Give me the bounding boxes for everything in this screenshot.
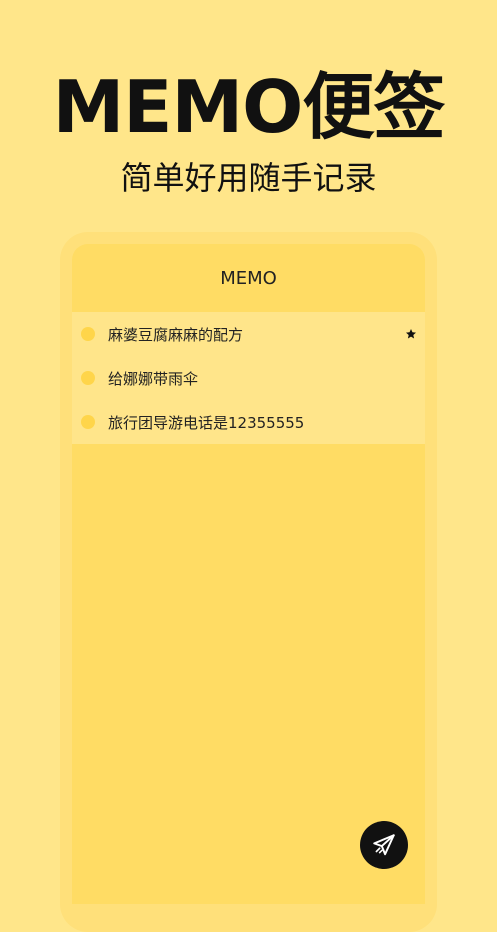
send-icon — [373, 834, 395, 856]
promo-title: MEMO便签 — [52, 65, 446, 149]
memo-item[interactable]: 给娜娜带雨伞 — [72, 356, 425, 400]
memo-list: 麻婆豆腐麻麻的配方 给娜娜带雨伞 旅行团导游电话是12355555 — [72, 312, 425, 444]
send-button[interactable] — [360, 821, 408, 869]
memo-text: 麻婆豆腐麻麻的配方 — [108, 325, 244, 344]
memo-text: 旅行团导游电话是12355555 — [108, 413, 305, 432]
memo-item[interactable]: 旅行团导游电话是12355555 — [72, 400, 425, 444]
app-header-title: MEMO — [220, 267, 277, 289]
memo-dot-icon[interactable] — [81, 415, 95, 429]
memo-dot-icon[interactable] — [81, 327, 95, 341]
app-screen: MEMO 麻婆豆腐麻麻的配方 给娜娜带雨伞 旅行团导游电话是12355555 — [72, 244, 425, 904]
promo-subtitle: 简单好用随手记录 — [120, 159, 377, 197]
star-icon[interactable] — [405, 328, 417, 340]
memo-text: 给娜娜带雨伞 — [108, 369, 199, 388]
memo-dot-icon[interactable] — [81, 371, 95, 385]
memo-item[interactable]: 麻婆豆腐麻麻的配方 — [72, 312, 425, 356]
app-header: MEMO — [72, 244, 425, 312]
